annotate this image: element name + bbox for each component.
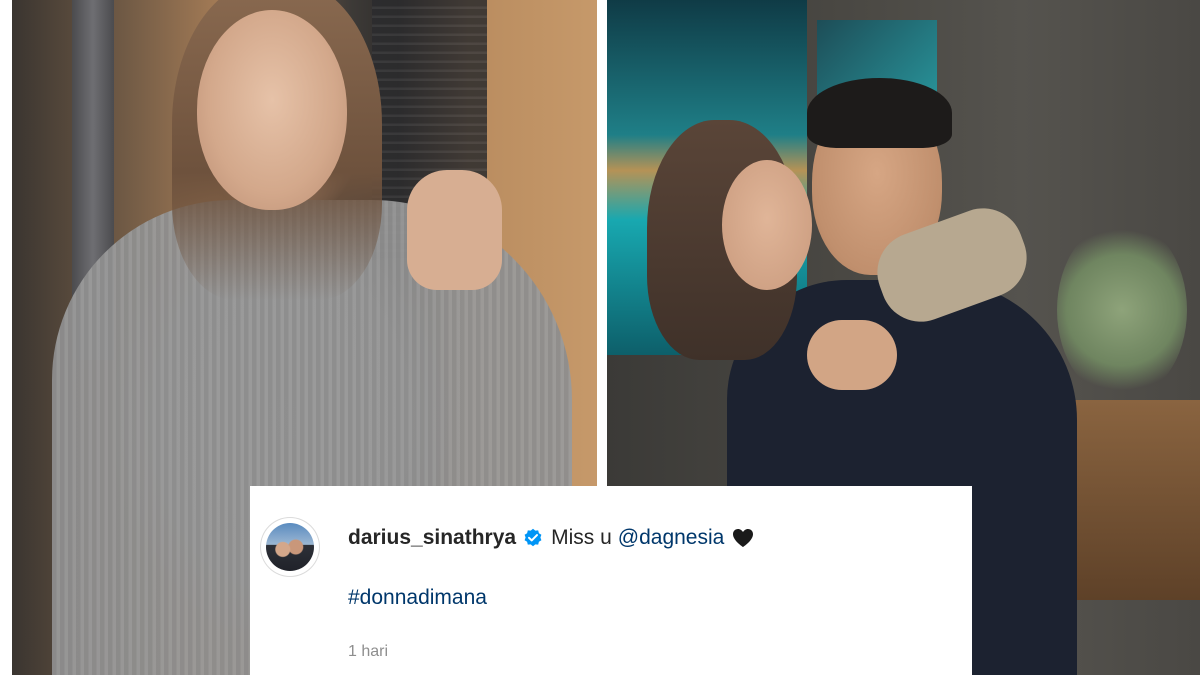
flower-vase <box>1057 220 1187 400</box>
avatar-image <box>266 523 314 571</box>
username-link[interactable]: darius_sinathrya <box>348 526 516 550</box>
caption-text: Miss u <box>551 526 612 549</box>
post-timestamp[interactable]: 1 hari <box>348 643 388 661</box>
woman-face <box>722 160 812 290</box>
clasped-hands <box>807 320 897 390</box>
hand <box>407 170 502 290</box>
avatar[interactable] <box>261 518 319 576</box>
instagram-caption-card: darius_sinathrya Miss u @dagnesia #donna… <box>250 486 972 675</box>
face <box>197 10 347 210</box>
mention-link[interactable]: @dagnesia <box>618 526 725 550</box>
man-hair <box>807 78 952 148</box>
hashtag-link[interactable]: #donnadimana <box>348 586 487 610</box>
verified-badge-icon <box>523 528 543 548</box>
caption-line: darius_sinathrya Miss u @dagnesia <box>348 524 754 552</box>
black-heart-icon <box>732 528 754 548</box>
